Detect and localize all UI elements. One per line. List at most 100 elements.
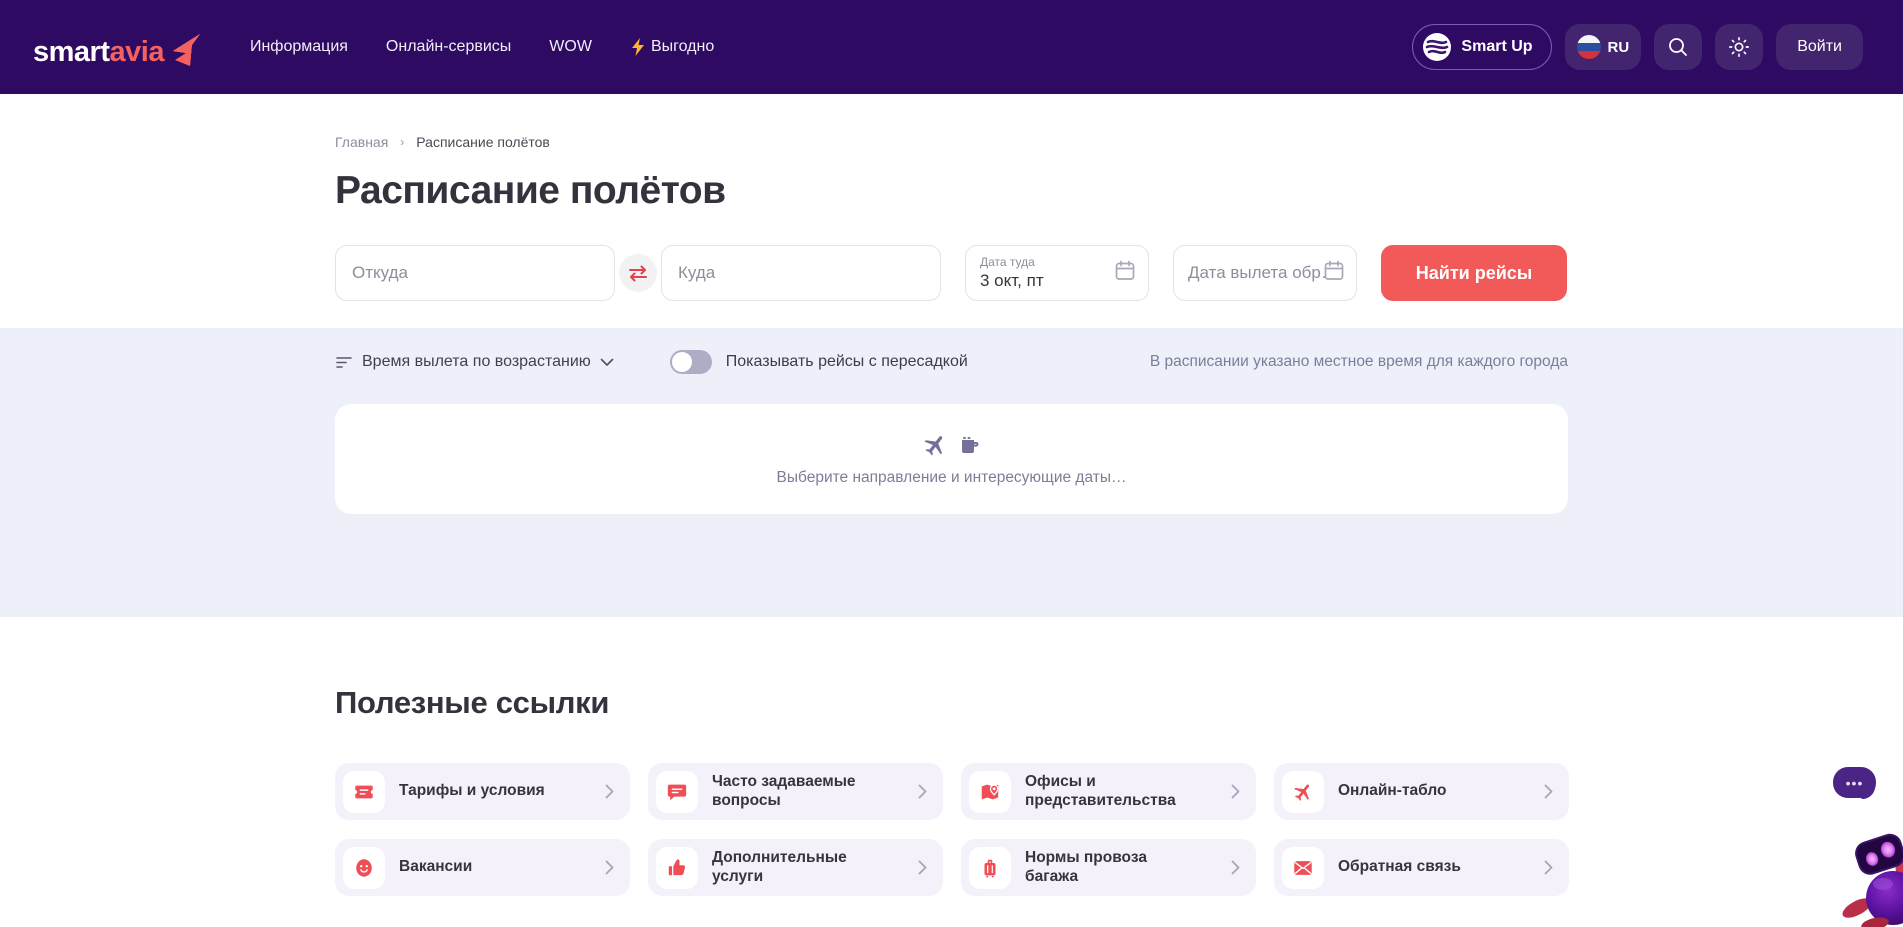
logo-plane-icon bbox=[167, 34, 204, 73]
sort-label: Время вылета по возрастанию bbox=[362, 353, 591, 371]
page-title: Расписание полётов bbox=[335, 169, 1568, 213]
nav-item-wow[interactable]: WOW bbox=[549, 38, 592, 56]
robot-mascot[interactable] bbox=[1841, 812, 1903, 927]
link-label: Тарифы и условия bbox=[399, 782, 545, 800]
show-transfers-toggle[interactable] bbox=[670, 350, 712, 374]
swap-wrap bbox=[615, 254, 661, 292]
local-time-note: В расписании указано местное время для к… bbox=[1150, 353, 1568, 371]
language-button[interactable]: RU bbox=[1565, 24, 1642, 70]
transfer-toggle-group: Показывать рейсы с пересадкой bbox=[670, 350, 968, 374]
chevron-right-icon bbox=[605, 860, 614, 875]
link-label: Обратная связь bbox=[1338, 858, 1461, 876]
smiley-icon bbox=[343, 847, 385, 889]
link-card-faq[interactable]: Часто задаваемые вопросы bbox=[648, 763, 943, 820]
search-icon bbox=[1667, 36, 1689, 58]
header-actions: Smart Up RU bbox=[1412, 24, 1863, 70]
destination-input[interactable] bbox=[661, 245, 941, 301]
chevron-right-icon bbox=[918, 860, 927, 875]
link-label: Офисы и представительства bbox=[1025, 773, 1185, 810]
language-label: RU bbox=[1608, 39, 1630, 56]
chat-icon bbox=[656, 771, 698, 813]
link-card-tariffs[interactable]: Тарифы и условия bbox=[335, 763, 630, 820]
link-card-offices[interactable]: Офисы и представительства bbox=[961, 763, 1256, 820]
link-label: Нормы провоза багажа bbox=[1025, 849, 1185, 886]
link-label: Онлайн-табло bbox=[1338, 782, 1446, 800]
lightning-icon bbox=[630, 38, 646, 56]
search-button[interactable] bbox=[1654, 24, 1702, 70]
schedule-band: Время вылета по возрастанию Показывать р… bbox=[0, 328, 1903, 617]
mug-icon bbox=[957, 433, 981, 457]
chat-bubble-button[interactable]: ••• bbox=[1833, 767, 1876, 798]
chevron-right-icon bbox=[1231, 860, 1240, 875]
main-nav: Информация Онлайн-сервисы WOW Выгодно bbox=[250, 38, 714, 56]
flag-ru-icon bbox=[1577, 35, 1601, 59]
header: smartavia Информация Онлайн-сервисы WOW … bbox=[0, 0, 1903, 94]
find-flights-label: Найти рейсы bbox=[1416, 263, 1532, 283]
breadcrumb-chevron-icon: › bbox=[400, 135, 404, 149]
nav-item-online-services[interactable]: Онлайн-сервисы bbox=[386, 38, 511, 56]
find-flights-button[interactable]: Найти рейсы bbox=[1381, 245, 1567, 301]
thumbs-up-icon bbox=[656, 847, 698, 889]
sort-icon bbox=[335, 355, 353, 369]
swap-icon bbox=[627, 263, 649, 283]
breadcrumb: Главная › Расписание полётов bbox=[335, 134, 1568, 150]
smartup-globe-icon bbox=[1422, 32, 1452, 62]
nav-label: Информация bbox=[250, 38, 348, 56]
chevron-down-icon bbox=[600, 358, 614, 367]
link-label: Дополнительные услуги bbox=[712, 849, 872, 886]
link-card-feedback[interactable]: Обратная связь bbox=[1274, 839, 1569, 896]
page: smartavia Информация Онлайн-сервисы WOW … bbox=[0, 0, 1903, 927]
empty-state-icons bbox=[922, 432, 981, 458]
link-card-baggage[interactable]: Нормы провоза багажа bbox=[961, 839, 1256, 896]
breadcrumb-current: Расписание полётов bbox=[416, 134, 550, 150]
nav-item-vygodno[interactable]: Выгодно bbox=[630, 38, 714, 56]
sort-dropdown[interactable]: Время вылета по возрастанию bbox=[335, 353, 614, 371]
smartup-label: Smart Up bbox=[1461, 38, 1532, 56]
flight-search-form: Дата туда 3 окт, пт bbox=[335, 245, 1568, 301]
sun-icon bbox=[1728, 36, 1750, 58]
chevron-right-icon bbox=[1231, 784, 1240, 799]
departure-date-field[interactable]: Дата туда 3 окт, пт bbox=[965, 245, 1149, 301]
chevron-right-icon bbox=[1544, 860, 1553, 875]
departure-date-value: 3 окт, пт bbox=[980, 270, 1112, 291]
chevron-right-icon bbox=[918, 784, 927, 799]
empty-state-message: Выберите направление и интересующие даты… bbox=[777, 469, 1127, 487]
logo-text: smartavia bbox=[33, 38, 164, 67]
smartup-button[interactable]: Smart Up bbox=[1412, 24, 1551, 70]
link-label: Часто задаваемые вопросы bbox=[712, 773, 872, 810]
useful-links-grid: Тарифы и условия Часто задаваемые вопрос… bbox=[335, 763, 1568, 896]
return-date-wrap bbox=[1149, 245, 1357, 301]
chevron-right-icon bbox=[605, 784, 614, 799]
nav-item-information[interactable]: Информация bbox=[250, 38, 348, 56]
plane-icon bbox=[1282, 771, 1324, 813]
link-card-vacancies[interactable]: Вакансии bbox=[335, 839, 630, 896]
nav-label: Выгодно bbox=[651, 38, 714, 56]
link-card-online-board[interactable]: Онлайн-табло bbox=[1274, 763, 1569, 820]
return-date-input[interactable] bbox=[1173, 245, 1357, 301]
useful-links-title: Полезные ссылки bbox=[335, 685, 1568, 721]
nav-label: Онлайн-сервисы bbox=[386, 38, 511, 56]
calendar-icon bbox=[1113, 259, 1137, 288]
nav-label: WOW bbox=[549, 38, 592, 56]
suitcase-icon bbox=[969, 847, 1011, 889]
theme-toggle-button[interactable] bbox=[1715, 24, 1763, 70]
chevron-right-icon bbox=[1544, 784, 1553, 799]
plane-icon bbox=[922, 432, 948, 458]
link-card-extra-services[interactable]: Дополнительные услуги bbox=[648, 839, 943, 896]
mail-icon bbox=[1282, 847, 1324, 889]
swap-cities-button[interactable] bbox=[619, 254, 657, 292]
login-label: Войти bbox=[1797, 38, 1842, 56]
departure-date-label: Дата туда bbox=[980, 255, 1112, 271]
link-label: Вакансии bbox=[399, 858, 472, 876]
useful-links-section: Полезные ссылки Тарифы и условия Часто з… bbox=[0, 617, 1903, 896]
map-pin-icon bbox=[969, 771, 1011, 813]
breadcrumb-home-link[interactable]: Главная bbox=[335, 134, 388, 150]
chat-dots: ••• bbox=[1846, 775, 1864, 791]
filters-row: Время вылета по возрастанию Показывать р… bbox=[335, 350, 1568, 374]
transfer-toggle-label: Показывать рейсы с пересадкой bbox=[726, 353, 968, 371]
ticket-icon bbox=[343, 771, 385, 813]
toggle-knob bbox=[672, 352, 692, 372]
origin-input[interactable] bbox=[335, 245, 615, 301]
login-button[interactable]: Войти bbox=[1776, 24, 1863, 70]
smartavia-logo[interactable]: smartavia bbox=[33, 28, 204, 67]
